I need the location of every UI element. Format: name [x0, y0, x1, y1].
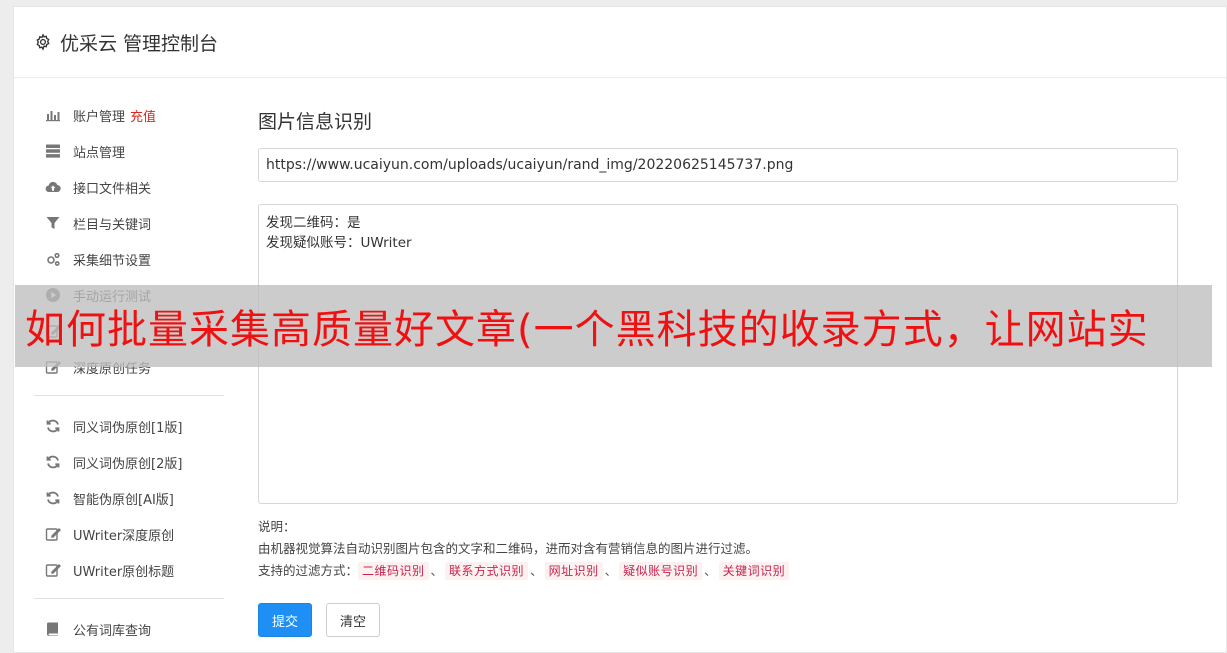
sidebar-item-label: 接口文件相关	[73, 181, 152, 197]
sidebar-item-label: 站点管理	[73, 145, 126, 161]
result-line: 发现疑似账号：UWriter	[266, 235, 412, 251]
overlay-title: 如何批量采集高质量好文章(一个黑科技的收录方式，让网站实	[25, 307, 1149, 353]
main-content: 图片信息识别 发现二维码：是 发现疑似账号：UWriter 说明： 由机器视觉算…	[258, 107, 1178, 637]
edit-icon	[44, 561, 62, 579]
clear-button[interactable]: 清空	[326, 603, 380, 637]
notes-description: 由机器视觉算法自动识别图片包含的文字和二维码，进而对含有营销信息的图片进行过滤。	[258, 541, 759, 556]
sidebar-item[interactable]: UWriter原创标题	[34, 552, 224, 588]
sidebar-item[interactable]: UWriter深度原创	[34, 516, 224, 552]
filter-tag: 疑似账号识别	[619, 562, 703, 580]
sidebar-item-label: UWriter原创标题	[73, 564, 175, 580]
result-line: 发现二维码：是	[266, 215, 361, 231]
sidebar-item[interactable]: 同义词伪原创[2版]	[34, 444, 224, 480]
sidebar-item[interactable]: 账户管理 充值	[34, 97, 224, 133]
filter-separator: 、	[604, 563, 618, 578]
sidebar-item-label: 同义词伪原创[1版]	[73, 420, 183, 436]
notes-heading: 说明：	[258, 519, 296, 534]
filter-tag: 网址识别	[544, 562, 603, 580]
sidebar-item-label: 公有词库查询	[73, 623, 152, 639]
sidebar-item[interactable]: 采集细节设置	[34, 241, 224, 277]
filter-list: 支持的过滤方式： 二维码识别、联系方式识别、网址识别、疑似账号识别、关键词识别	[258, 560, 1178, 582]
filter-separator: 、	[704, 563, 717, 578]
filter-tag: 关键词识别	[718, 562, 790, 580]
refresh-icon	[44, 489, 62, 507]
filter-separator: 、	[530, 563, 543, 578]
sidebar-item[interactable]: 公有词库查询	[34, 611, 224, 647]
book-icon	[44, 620, 62, 638]
top-bar: 优采云 管理控制台	[14, 7, 1226, 78]
cloud-upload-icon	[44, 178, 62, 196]
sidebar-item-label: 采集细节设置	[73, 253, 152, 269]
submit-button[interactable]: 提交	[258, 603, 312, 637]
filter-tag: 联系方式识别	[445, 562, 529, 580]
sidebar-divider	[34, 598, 224, 599]
edit-icon	[44, 525, 62, 543]
server-icon	[44, 142, 62, 160]
sidebar-divider	[34, 395, 224, 396]
bar-chart-icon	[44, 106, 62, 124]
gear-icon	[34, 33, 52, 51]
sidebar-item-label: 栏目与关键词	[73, 217, 152, 233]
recharge-link[interactable]: 充值	[130, 106, 156, 125]
sidebar-item[interactable]: 栏目与关键词	[34, 205, 224, 241]
filter-tag: 二维码识别	[358, 562, 429, 580]
sidebar: 账户管理充值站点管理接口文件相关栏目与关键词采集细节设置手动运行测试深度原创任务…	[34, 97, 224, 647]
sidebar-item[interactable]: 站点管理	[34, 133, 224, 169]
filter-separator: 、	[430, 563, 444, 578]
filter-icon	[44, 214, 62, 232]
cogs-icon	[44, 250, 62, 268]
refresh-icon	[44, 417, 62, 435]
sidebar-item[interactable]: 同义词伪原创[1版]	[34, 408, 224, 444]
refresh-icon	[44, 453, 62, 471]
title-overlay-banner: 如何批量采集高质量好文章(一个黑科技的收录方式，让网站实	[15, 285, 1212, 367]
app-title: 优采云 管理控制台	[60, 32, 219, 55]
sidebar-item-label: 账户管理	[73, 109, 126, 125]
image-url-input[interactable]	[258, 148, 1178, 182]
sidebar-item-label: 智能伪原创[AI版]	[73, 492, 174, 508]
notes: 说明： 由机器视觉算法自动识别图片包含的文字和二维码，进而对含有营销信息的图片进…	[258, 516, 1178, 582]
sidebar-item[interactable]: 智能伪原创[AI版]	[34, 480, 224, 516]
page-title: 图片信息识别	[258, 111, 373, 133]
sidebar-item-label: UWriter深度原创	[73, 528, 175, 544]
sidebar-item[interactable]: 接口文件相关	[34, 169, 224, 205]
filters-label: 支持的过滤方式：	[258, 563, 359, 578]
sidebar-item-label: 同义词伪原创[2版]	[73, 456, 183, 472]
